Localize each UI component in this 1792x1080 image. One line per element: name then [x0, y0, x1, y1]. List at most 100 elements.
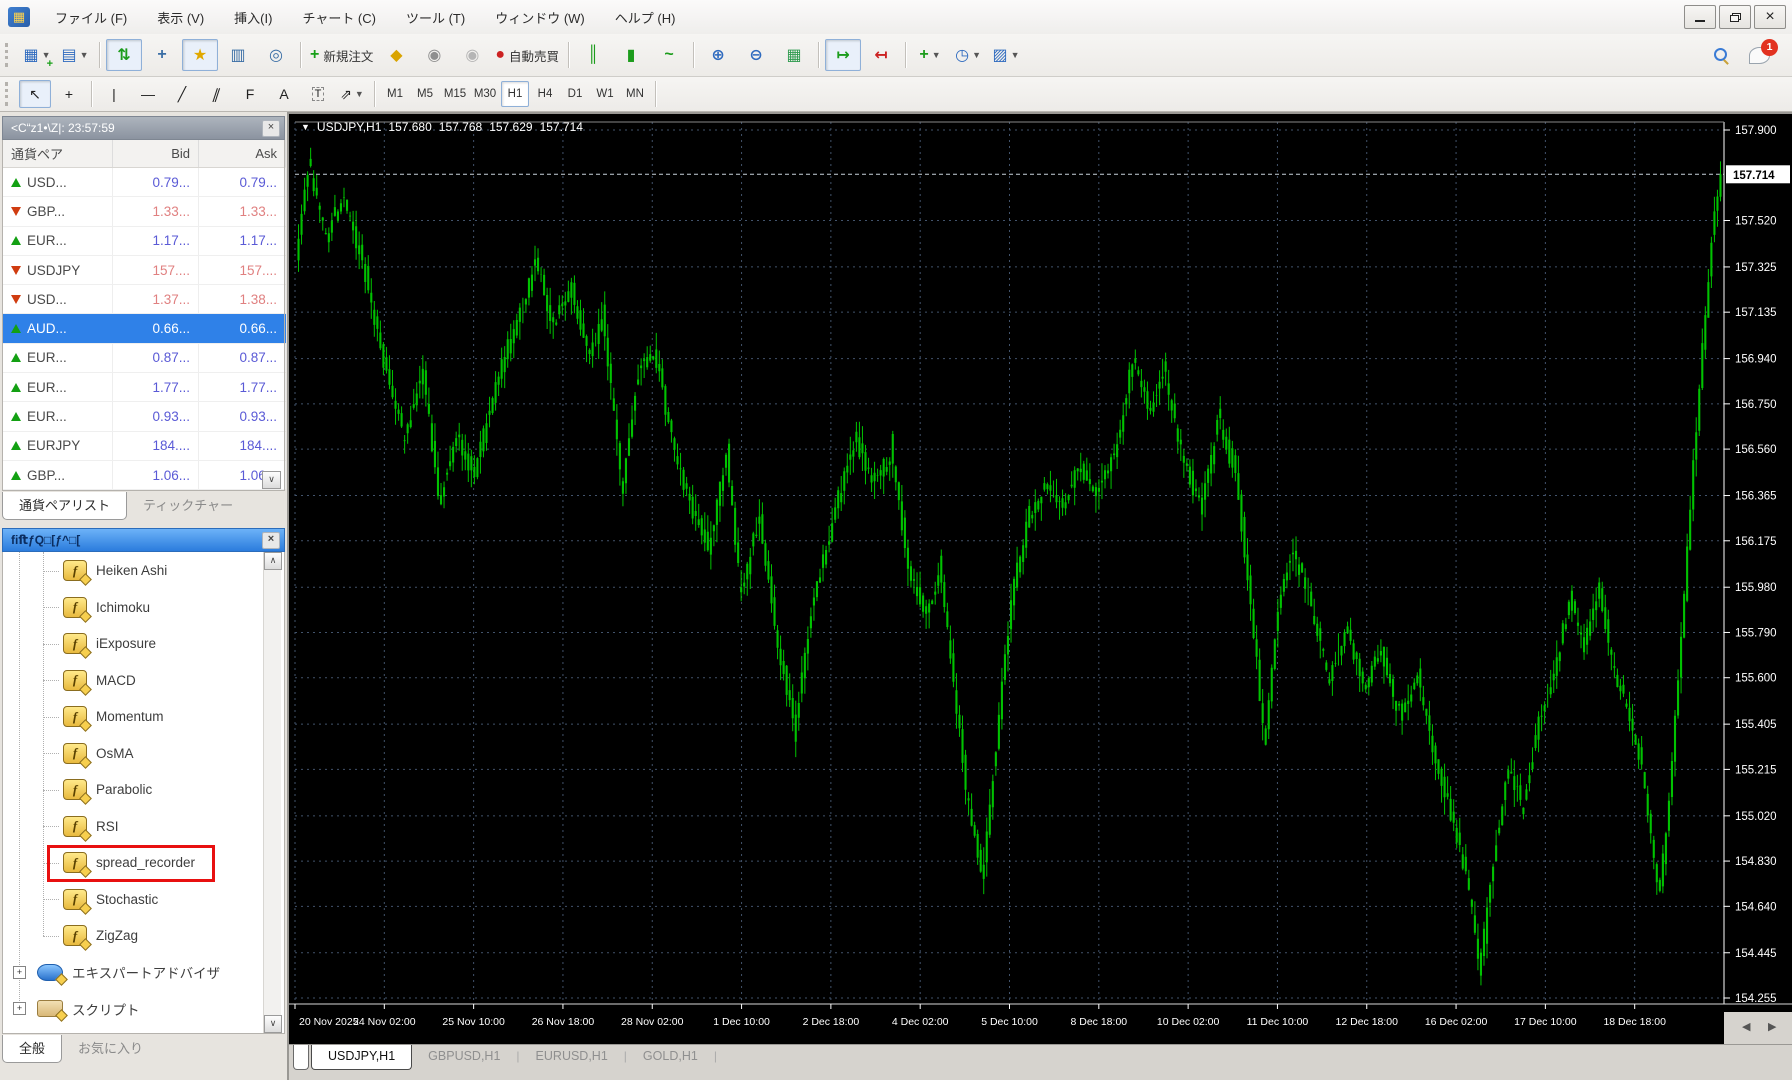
dropdown-arrow-icon[interactable]: ▼: [932, 50, 941, 60]
navigator-item-osma[interactable]: f OsMA: [3, 735, 284, 772]
notifications-icon[interactable]: 1: [1749, 38, 1778, 64]
navigator-item-zigzag[interactable]: f ZigZag: [3, 917, 284, 954]
vertical-line-tool[interactable]: |: [98, 80, 130, 108]
market-watch-row[interactable]: USDJPY 157.... 157....: [3, 255, 286, 286]
navigator-item-ichimoku[interactable]: f Ichimoku: [3, 589, 284, 626]
horizontal-line-tool[interactable]: —: [132, 80, 164, 108]
navigator-item-spread_recorder[interactable]: f spread_recorder: [3, 844, 284, 881]
timeframe-w1[interactable]: W1: [591, 81, 619, 107]
timeframe-m5[interactable]: M5: [411, 81, 439, 107]
strategy-tester-button[interactable]: ◎: [258, 39, 294, 71]
trendline-tool[interactable]: ╱: [166, 80, 198, 108]
navigator-group-scripts[interactable]: + スクリプト: [3, 990, 284, 1027]
market-watch-close-icon[interactable]: ×: [262, 119, 280, 137]
navigator-item-macd[interactable]: f MACD: [3, 662, 284, 699]
search-icon[interactable]: [1713, 47, 1729, 65]
text-label-tool[interactable]: T: [302, 80, 334, 108]
minimize-button[interactable]: [1684, 5, 1716, 29]
community-button[interactable]: ◉: [416, 39, 452, 71]
market-watch-row[interactable]: GBP... 1.33... 1.33...: [3, 197, 286, 227]
broadcast-button[interactable]: ◉: [454, 39, 490, 71]
chart-tab-gold[interactable]: GOLD,H1: [627, 1045, 714, 1069]
metaeditor-button[interactable]: ◆: [378, 39, 414, 71]
market-watch-row[interactable]: EUR... 1.17... 1.17...: [3, 226, 286, 256]
close-button[interactable]: ×: [1754, 5, 1786, 29]
menu-tools[interactable]: ツール (T): [391, 0, 480, 34]
menu-chart[interactable]: チャート (C): [287, 0, 391, 34]
menu-file[interactable]: ファイル (F): [40, 0, 142, 34]
tile-windows-button[interactable]: ▦: [776, 39, 812, 71]
market-watch-row[interactable]: EUR... 0.93... 0.93...: [3, 402, 286, 432]
menu-view[interactable]: 表示 (V): [142, 0, 219, 34]
terminal-toggle-button[interactable]: ▥: [220, 39, 256, 71]
market-watch-row[interactable]: EURJPY 184.... 184....: [3, 431, 286, 461]
periods-button[interactable]: ◷ ▼: [950, 39, 986, 71]
tab-common[interactable]: 全般: [2, 1034, 63, 1063]
navigator-item-rsi[interactable]: f RSI: [3, 808, 284, 845]
scroll-down-icon[interactable]: ∨: [264, 1014, 282, 1033]
chart-window[interactable]: ▼ USDJPY,H1 157.680 157.768 157.629 157.…: [287, 112, 1792, 1080]
zoom-out-button[interactable]: ⊖: [738, 39, 774, 71]
chart-candles-button[interactable]: ▮: [613, 39, 649, 71]
chart-tab-eurusd[interactable]: EURUSD,H1: [520, 1045, 624, 1069]
market-watch-row[interactable]: USD... 0.79... 0.79...: [3, 168, 286, 198]
tab-tick-chart[interactable]: ティックチャー: [127, 492, 249, 519]
chart-tab-gbpusd[interactable]: GBPUSD,H1: [412, 1045, 516, 1069]
menu-window[interactable]: ウィンドウ (W): [480, 0, 600, 34]
restore-button[interactable]: [1719, 5, 1751, 29]
expand-plus-icon[interactable]: +: [13, 1002, 26, 1016]
market-watch-row[interactable]: USD... 1.37... 1.38...: [3, 285, 286, 315]
tab-symbol-list[interactable]: 通貨ペアリスト: [2, 492, 128, 521]
chart-tab-usdjpy[interactable]: USDJPY,H1: [311, 1045, 413, 1070]
arrows-tool[interactable]: ⇗ ▼: [336, 80, 368, 108]
auto-trading-button[interactable]: ● 自動売買: [492, 39, 562, 71]
timeframe-m15[interactable]: M15: [441, 81, 469, 107]
text-tool[interactable]: A: [268, 80, 300, 108]
profiles-button[interactable]: ▤ ▼: [57, 39, 93, 71]
navigator-item-iexposure[interactable]: f iExposure: [3, 625, 284, 662]
timeframe-m30[interactable]: M30: [471, 81, 499, 107]
navigator-scrollbar[interactable]: ∧ ∨: [263, 552, 282, 1033]
navigator-item-heiken-ashi[interactable]: f Heiken Ashi: [3, 552, 284, 589]
new-order-button[interactable]: + 新規注文: [307, 39, 376, 71]
expand-plus-icon[interactable]: +: [13, 965, 26, 979]
data-window-button[interactable]: +: [144, 39, 180, 71]
timeframe-m1[interactable]: M1: [381, 81, 409, 107]
dropdown-arrow-icon[interactable]: ▼: [972, 50, 981, 60]
equidistant-channel-tool[interactable]: ∥: [200, 80, 232, 108]
crosshair-tool[interactable]: +: [53, 80, 85, 108]
candlestick-chart[interactable]: 157.900 157.520 157.325 157.135 156.940 156.7…: [289, 114, 1792, 1044]
chart-shift-button[interactable]: ↤: [863, 39, 899, 71]
dropdown-arrow-icon[interactable]: ▼: [80, 50, 89, 60]
dropdown-arrow-icon[interactable]: ▼: [1011, 50, 1020, 60]
templates-button[interactable]: ▨ ▼: [988, 39, 1024, 71]
market-watch-row[interactable]: EUR... 0.87... 0.87...: [3, 343, 286, 374]
auto-scroll-button[interactable]: ↦: [825, 39, 862, 71]
navigator-toggle-button[interactable]: ★: [182, 39, 218, 71]
timeframe-d1[interactable]: D1: [561, 81, 589, 107]
navigator-item-momentum[interactable]: f Momentum: [3, 698, 284, 735]
market-watch-row[interactable]: AUD... 0.66... 0.66...: [3, 314, 286, 344]
market-watch-scroll-down[interactable]: ∨: [262, 471, 281, 489]
navigator-item-stochastic[interactable]: f Stochastic: [3, 881, 284, 918]
timeframe-mn[interactable]: MN: [621, 81, 649, 107]
chevron-down-icon[interactable]: ▼: [301, 122, 310, 132]
timeframe-h1[interactable]: H1: [501, 81, 529, 107]
cursor-tool[interactable]: ↖: [19, 80, 51, 108]
chart-line-button[interactable]: ~: [651, 39, 687, 71]
navigator-group-experts[interactable]: + エキスパートアドバイザ: [3, 954, 284, 991]
navigator-item-parabolic[interactable]: f Parabolic: [3, 771, 284, 808]
market-watch-row[interactable]: EUR... 1.77... 1.77...: [3, 373, 286, 403]
scroll-up-icon[interactable]: ∧: [264, 552, 282, 571]
indicators-button[interactable]: + ▼: [912, 39, 948, 71]
market-watch-toggle-button[interactable]: ⇅: [106, 39, 142, 71]
zoom-in-button[interactable]: ⊕: [700, 39, 736, 71]
dropdown-arrow-icon[interactable]: ▼: [355, 89, 364, 99]
market-watch-row[interactable]: GBP... 1.06... 1.06...: [3, 460, 286, 491]
fibonacci-tool[interactable]: F: [234, 80, 266, 108]
chart-bars-button[interactable]: ║: [575, 39, 611, 71]
tab-favorites[interactable]: お気に入り: [62, 1035, 159, 1062]
timeframe-h4[interactable]: H4: [531, 81, 559, 107]
menu-insert[interactable]: 挿入(I): [219, 0, 287, 34]
navigator-close-icon[interactable]: ×: [262, 531, 280, 549]
